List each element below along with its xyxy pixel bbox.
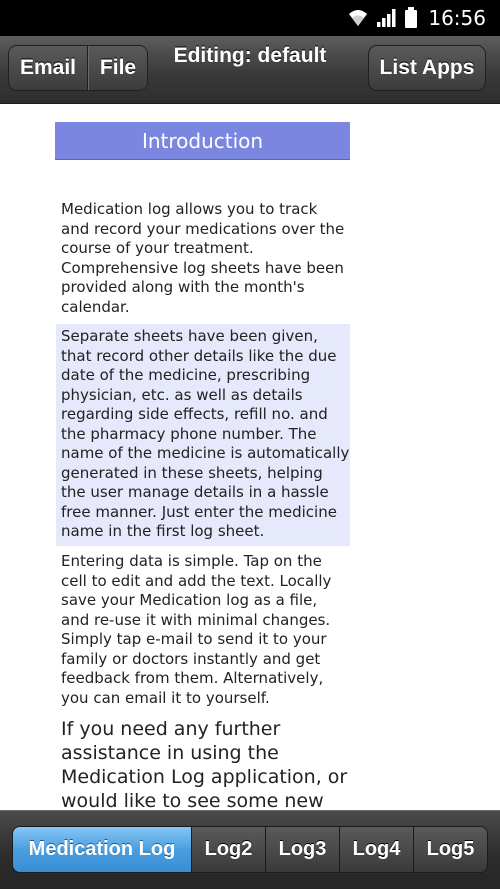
tab-log3[interactable]: Log3 (265, 827, 339, 872)
status-time: 16:56 (428, 6, 486, 30)
wifi-icon (346, 8, 370, 28)
email-file-button-group: Email File (8, 45, 148, 91)
file-button[interactable]: File (88, 46, 147, 90)
introduction-header: Introduction (55, 122, 350, 160)
status-icons (346, 7, 418, 29)
battery-icon (404, 7, 418, 29)
content-area[interactable]: Introduction Medication log allows you t… (0, 105, 500, 810)
tab-medication-log[interactable]: Medication Log (13, 827, 191, 872)
intro-paragraph-3[interactable]: Entering data is simple. Tap on the cell… (56, 552, 350, 708)
sheet-tabs: Medication Log Log2 Log3 Log4 Log5 (12, 826, 488, 873)
tab-log2[interactable]: Log2 (191, 827, 265, 872)
signal-icon (376, 8, 398, 28)
intro-paragraph-2[interactable]: Separate sheets have been given, that re… (56, 324, 350, 546)
email-button[interactable]: Email (9, 46, 88, 90)
top-action-bar: Email File Editing: default List Apps (0, 36, 500, 104)
list-apps-button[interactable]: List Apps (368, 45, 486, 91)
page-title: Editing: default (173, 44, 327, 67)
tab-log5[interactable]: Log5 (413, 827, 487, 872)
status-bar: 16:56 (0, 0, 500, 36)
bottom-tab-bar: Medication Log Log2 Log3 Log4 Log5 (0, 810, 500, 889)
intro-paragraph-1[interactable]: Medication log allows you to track and r… (56, 200, 350, 317)
intro-paragraph-4[interactable]: If you need any further assistance in us… (56, 717, 350, 810)
tab-log4[interactable]: Log4 (339, 827, 413, 872)
